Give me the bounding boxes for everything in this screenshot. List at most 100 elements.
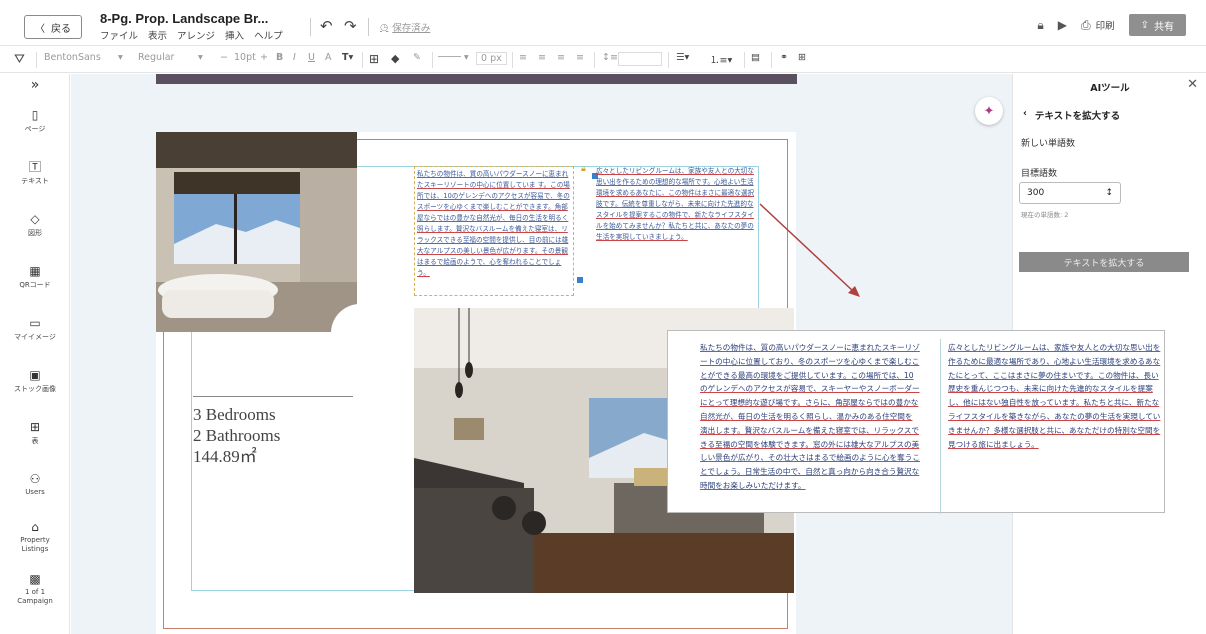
menu-insert[interactable]: 挿入 (225, 28, 244, 42)
back-button[interactable]: 〈 戻る (24, 15, 82, 39)
ai-panel-title: AIツール (1090, 83, 1130, 94)
saved-status-label: 保存済み (392, 23, 431, 34)
format-toolbar: ⛛ BentonSans ▾ Regular ▾ − 10pt + B I U … (0, 47, 1206, 73)
align-center-icon[interactable]: ≡ (538, 52, 546, 63)
font-weight-select[interactable]: Regular (138, 52, 174, 63)
specs-divider (193, 396, 353, 397)
menu-view[interactable]: 表示 (148, 28, 167, 42)
close-icon[interactable]: ✕ (1187, 77, 1198, 92)
sidebar-item-shapes[interactable]: ◇ 図形 (0, 212, 70, 238)
ai-sparkle-button[interactable]: ✦ (975, 97, 1003, 125)
document-title[interactable]: 8-Pg. Prop. Landscape Br... (100, 11, 268, 26)
target-word-count-select[interactable]: 300 ↕ (1019, 182, 1121, 204)
printer-icon: ⎙ (1080, 17, 1091, 32)
toolbar-divider (432, 52, 433, 68)
increase-size-icon[interactable]: + (260, 52, 268, 63)
page-icon: ▯ (31, 108, 39, 122)
back-button-label: 戻る (51, 23, 71, 35)
current-word-count: 現在の単語数: 2 (1021, 211, 1069, 219)
lock-icon[interactable]: 🔒︎ (581, 164, 586, 174)
property-specs[interactable]: 3 Bedrooms 2 Bathrooms 144.89㎡ (193, 404, 280, 467)
italic-icon[interactable]: I (293, 52, 296, 63)
sidebar-item-table[interactable]: ⊞ 表 (0, 420, 70, 446)
layout-guide (940, 339, 941, 514)
description-textbox-2[interactable]: 広々としたリビングルームは、家族や友人との大切な思い出を作るための理想的な場所で… (596, 166, 756, 276)
print-button[interactable]: ⎙ 印刷 (1081, 18, 1115, 33)
numbered-list-icon[interactable]: ⒈≡▾ (710, 52, 732, 66)
sidebar-item-page[interactable]: ▯ ページ (0, 108, 70, 134)
text-color-icon[interactable]: A (325, 52, 332, 63)
menu-help[interactable]: ヘルプ (254, 28, 283, 42)
sidebar-item-qr[interactable]: ▦ QRコード (0, 264, 70, 290)
sidebar-item-text[interactable]: 🅃 テキスト (0, 160, 70, 186)
format-painter-icon[interactable]: ⛛ (14, 52, 25, 67)
lock-icon[interactable]: 🔒︎ (1037, 18, 1043, 33)
ai-back-label: テキストを拡大する (1034, 111, 1121, 122)
sidebar-item-campaign[interactable]: ▩ 1 of 1 Campaign (0, 572, 70, 606)
font-size-input[interactable]: 10pt (234, 52, 256, 63)
document-icon[interactable]: ▤ (751, 52, 760, 63)
align-justify-icon[interactable]: ≡ (576, 52, 584, 63)
bathroom-photo[interactable] (156, 132, 357, 332)
resize-handle[interactable] (577, 277, 583, 283)
expanded-text-column-2: 広々としたリビングルームは、家族や友人との大切な思い出を作るために最適な場所であ… (948, 343, 1161, 449)
toolbar-divider (771, 52, 772, 68)
ai-subhead: 新しい単語数 (1021, 139, 1076, 149)
target-word-count-value: 300 (1027, 188, 1045, 198)
stroke-size-input[interactable]: 0 px (476, 52, 507, 65)
text-style-icon[interactable]: T▾ (342, 52, 353, 63)
top-header: 〈 戻る 8-Pg. Prop. Landscape Br... ファイル 表示… (0, 0, 1206, 46)
pen-icon[interactable]: ✎ (413, 52, 421, 63)
decorative-circle (331, 304, 389, 362)
target-word-count-label: 目標語数 (1021, 169, 1058, 179)
header-divider (310, 18, 311, 36)
redo-icon[interactable]: ↷ (344, 17, 357, 35)
bathroom-photo-graphic (156, 132, 357, 332)
bold-icon[interactable]: B (276, 52, 283, 63)
align-right-icon[interactable]: ≡ (557, 52, 565, 63)
left-sidebar: » ▯ ページ 🅃 テキスト ◇ 図形 ▦ QRコード ▭ マイイメージ ▣ ス… (0, 74, 70, 634)
share-button[interactable]: ⇪ 共有 (1128, 14, 1186, 36)
bathrooms-text: 2 Bathrooms (193, 426, 281, 445)
expand-text-button[interactable]: テキストを拡大する (1019, 252, 1189, 272)
bullet-list-icon[interactable]: ☰▾ (676, 52, 689, 63)
sidebar-item-label: マイイメージ (14, 333, 56, 341)
text-icon: 🅃 (28, 160, 41, 174)
fill-bucket-icon[interactable]: ◆ (391, 52, 399, 65)
toolbar-divider (594, 52, 595, 68)
link-icon[interactable]: ⚭ (780, 52, 788, 63)
line-style-select[interactable]: ──── ▾ (438, 52, 469, 63)
sidebar-item-stock-images[interactable]: ▣ ストック画像 (0, 368, 70, 394)
qr-icon: ▦ (29, 264, 41, 278)
menu-file[interactable]: ファイル (100, 28, 138, 42)
sidebar-item-my-images[interactable]: ▭ マイイメージ (0, 316, 70, 342)
chevron-down-icon[interactable]: ▾ (118, 52, 123, 63)
ai-back-button[interactable]: ‹ テキストを拡大する (1023, 108, 1120, 122)
chevron-down-icon[interactable]: ▾ (198, 52, 203, 63)
font-family-select[interactable]: BentonSans (44, 52, 101, 63)
sidebar-item-label: 1 of 1 Campaign (17, 588, 53, 605)
sidebar-collapse[interactable]: » (0, 78, 70, 94)
line-height-icon[interactable]: ↕≡ (602, 52, 618, 63)
align-left-icon[interactable]: ≡ (519, 52, 527, 63)
bedrooms-text: 3 Bedrooms (193, 405, 276, 424)
home-icon: ⌂ (31, 520, 39, 534)
sidebar-item-property-listings[interactable]: ⌂ Property Listings (0, 520, 70, 554)
toolbar-divider (512, 52, 513, 68)
grid-icon[interactable]: ⊞ (798, 52, 806, 63)
undo-icon[interactable]: ↶ (320, 17, 333, 35)
crop-icon[interactable]: ⊞ (369, 52, 379, 66)
decrease-size-icon[interactable]: − (220, 52, 228, 63)
menu-arrange[interactable]: アレンジ (177, 28, 215, 42)
image-icon: ▣ (29, 368, 41, 382)
table-icon: ⊞ (29, 420, 41, 434)
line-height-input[interactable] (618, 52, 662, 66)
sidebar-item-label: Users (25, 488, 45, 496)
underline-icon[interactable]: U (308, 52, 315, 63)
play-icon[interactable]: ▶ (1058, 18, 1067, 32)
description-textbox-1[interactable]: 私たちの物件は、質の高いパウダースノーに恵まれたスキーリゾートの中心に位置してい… (414, 166, 574, 296)
sidebar-item-users[interactable]: ⚇ Users (0, 472, 70, 496)
chevron-left-icon: 〈 (35, 23, 45, 35)
toolbar-divider (744, 52, 745, 68)
chevron-left-icon: ‹ (1023, 108, 1027, 119)
